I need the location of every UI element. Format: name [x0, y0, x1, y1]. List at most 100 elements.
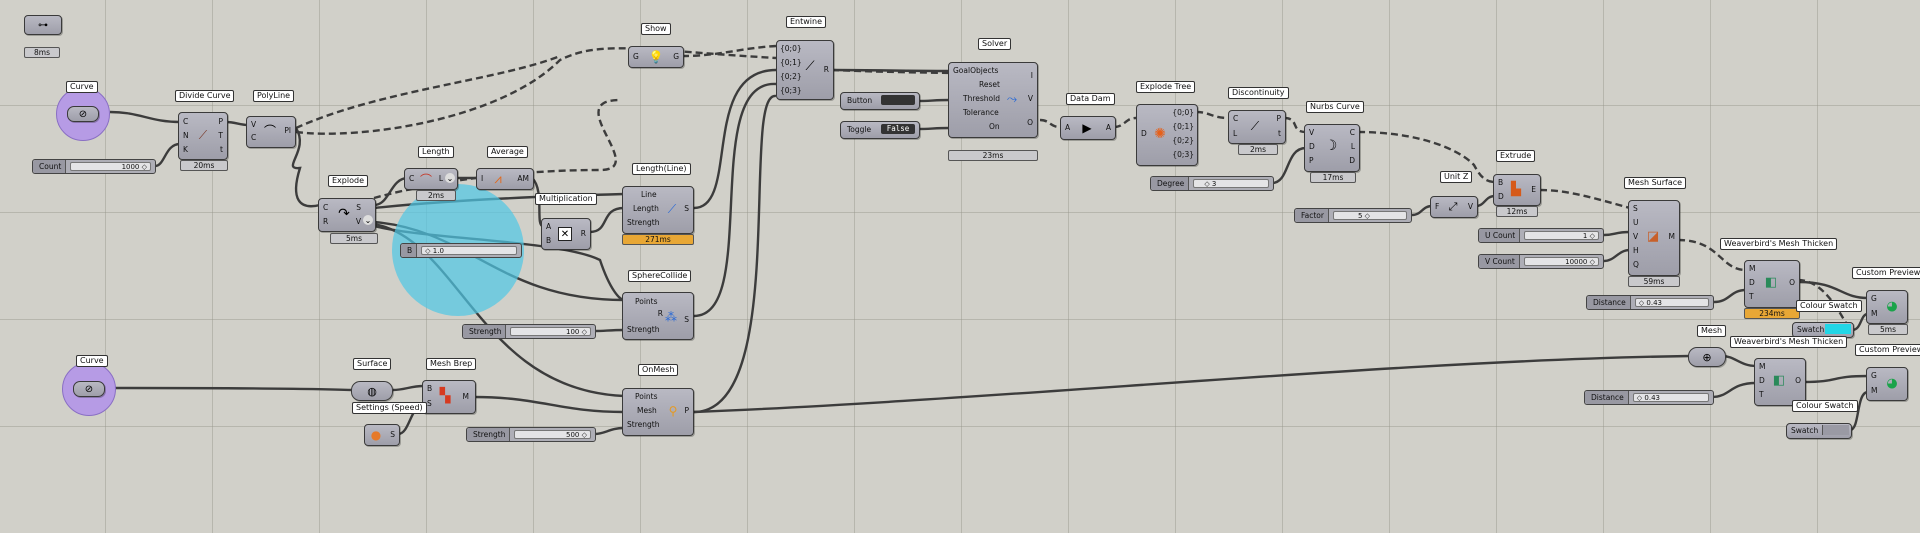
explode-tree-component[interactable]: D {0;0} {0;1} {0;2} {0;3} ✺	[1136, 104, 1198, 166]
wire	[1797, 280, 1869, 300]
mesh-surface-label: Mesh Surface	[1624, 177, 1687, 189]
strength-slider-2[interactable]: Strength 500 ◇	[466, 427, 596, 442]
length-timer: 2ms	[416, 190, 456, 201]
wire	[917, 126, 951, 131]
toggle-component[interactable]: Toggle False	[840, 121, 920, 139]
explode-tree-label: Explode Tree	[1136, 81, 1196, 93]
entwine-icon: ⟋	[805, 58, 815, 74]
mesh-surface-component[interactable]: S U V H Q M ◪	[1628, 200, 1680, 276]
degree-slider[interactable]: Degree ◇ 3	[1150, 176, 1274, 191]
distance-slider-1[interactable]: Distance ◇ 0.43	[1586, 295, 1714, 310]
wire	[1711, 381, 1757, 399]
entwine-component[interactable]: {0;0} {0;1} {0;2} {0;3} R ⟋	[776, 40, 834, 100]
play-icon: ▶	[1082, 121, 1092, 135]
preview-icon: ◕	[1886, 375, 1898, 391]
button-face[interactable]	[881, 95, 915, 105]
strength-slider-1[interactable]: Strength 100 ◇	[462, 324, 596, 339]
chevron-down-icon[interactable]: ⌄	[445, 173, 455, 183]
unit-z-component[interactable]: F V ⤢	[1430, 196, 1478, 218]
extrude-component[interactable]: B D E ▙	[1493, 174, 1541, 206]
show-component[interactable]: G G 💡	[628, 46, 684, 68]
wb-thicken-1-component[interactable]: M D T O ◧	[1744, 260, 1800, 308]
length-label: Length	[418, 146, 454, 158]
divide-curve-component[interactable]: C N K P T t ⟋	[178, 112, 228, 160]
surface-label: Surface	[353, 358, 392, 370]
data-dam-component[interactable]: A A ▶	[1060, 116, 1116, 140]
nurbs-curve-timer: 17ms	[1310, 172, 1356, 183]
b-slider[interactable]: B ◇ 1.0	[400, 243, 522, 258]
length-icon: ⌒	[419, 172, 432, 187]
surface-param[interactable]: ◍	[351, 381, 393, 401]
mesh-label: Mesh	[1697, 325, 1727, 337]
mesh-surface-timer: 59ms	[1628, 276, 1680, 287]
nurbs-icon: ☽	[1324, 138, 1338, 154]
count-slider[interactable]: Count 1000 ◇	[32, 159, 156, 174]
wire	[589, 206, 625, 234]
wb-thicken-2-component[interactable]: M D T O ◧	[1754, 358, 1806, 406]
curve1-param[interactable]: ⊘	[56, 87, 110, 141]
nurbs-curve-component[interactable]: V D P C L D ☽	[1304, 124, 1360, 172]
explode-component[interactable]: C R S V ↷ ⌄	[318, 198, 376, 232]
custom-preview-1-label: Custom Preview	[1852, 267, 1920, 279]
colour-swatch-2-color[interactable]	[1822, 425, 1849, 435]
grasshopper-canvas[interactable]: ⊶ 8ms Curve ⊘ Count 1000 ◇ Divide Curve …	[0, 0, 1920, 533]
polyline-component[interactable]: V C Pl ⌒	[246, 116, 296, 148]
wire	[693, 354, 1691, 414]
onmesh-label: OnMesh	[638, 364, 679, 376]
multiplication-component[interactable]: A B R ✕	[541, 218, 591, 250]
button-component[interactable]: Button	[840, 92, 920, 110]
wire	[1713, 288, 1747, 304]
multiply-icon: ✕	[558, 227, 572, 241]
explode-label: Explode	[328, 175, 368, 187]
solver-label: Solver	[978, 38, 1012, 50]
sphere-icon: ●	[370, 428, 382, 442]
custom-preview-2-label: Custom Preview	[1855, 344, 1920, 356]
kangaroo-icon: ⤳	[1006, 91, 1018, 107]
curve2-label: Curve	[76, 355, 108, 367]
extrude-label: Extrude	[1496, 150, 1536, 162]
wire	[373, 176, 409, 207]
mesh-brep-label: Mesh Brep	[426, 358, 477, 370]
colour-swatch-1-color[interactable]	[1825, 324, 1851, 334]
onmesh-component[interactable]: Points Mesh Strength P ⚲	[622, 388, 694, 436]
factor-slider[interactable]: Factor 5 ◇	[1294, 208, 1412, 223]
divide-curve-icon: ⟋	[198, 127, 208, 142]
chevron-down-icon[interactable]: ⌄	[363, 215, 373, 225]
toggle-value[interactable]: False	[881, 124, 915, 134]
average-component[interactable]: I AM ⩘	[476, 168, 534, 190]
length-component[interactable]: C L ⌒ ⌄	[404, 168, 458, 190]
mesh-surface-icon: ◪	[1646, 228, 1660, 244]
wire	[113, 386, 353, 392]
wire	[1721, 354, 1757, 368]
discontinuity-component[interactable]: C L P t ⟋	[1228, 110, 1286, 144]
length-line-label: Length(Line)	[632, 163, 691, 175]
settings-speed-component[interactable]: ● S	[364, 424, 400, 446]
wb-thicken-1-timer: 234ms	[1744, 308, 1800, 319]
solver-component[interactable]: GoalObjects Reset Threshold Tolerance On…	[948, 62, 1038, 138]
custom-preview-2-component[interactable]: G M ◕	[1866, 367, 1908, 401]
curve2-param[interactable]: ⊘	[62, 362, 116, 416]
wire	[225, 120, 249, 127]
u-count-slider[interactable]: U Count 1 ◇	[1478, 228, 1604, 243]
wire	[392, 384, 425, 392]
length-line-component[interactable]: Line Length Strength S ⟋	[622, 186, 694, 234]
distance-slider-2[interactable]: Distance ◇ 0.43	[1584, 390, 1714, 405]
mesh-brep-component[interactable]: B S M ▚	[422, 380, 476, 414]
wire	[594, 426, 625, 436]
curve1-label: Curve	[66, 81, 98, 93]
wire-dashed	[1113, 116, 1137, 129]
wire	[154, 142, 181, 168]
discontinuity-icon: ⟋	[1250, 118, 1260, 133]
colour-swatch-1-label: Colour Swatch	[1796, 300, 1862, 312]
sphere-collide-component[interactable]: Points Strength R S ⁂	[622, 292, 694, 340]
divide-curve-timer: 20ms	[180, 160, 228, 171]
show-label: Show	[641, 23, 671, 35]
cluster-icon: ⊶	[38, 19, 48, 31]
custom-preview-1-component[interactable]: G M ◕	[1866, 290, 1908, 324]
mesh-param[interactable]: ⊕	[1688, 347, 1726, 367]
colour-swatch-2-component[interactable]: Swatch	[1786, 423, 1852, 439]
wb-thicken-1-label: Weaverbird's Mesh Thicken	[1720, 238, 1838, 250]
v-count-slider[interactable]: V Count 10000 ◇	[1478, 254, 1604, 269]
cluster-component[interactable]: ⊶	[24, 15, 62, 35]
bell-curve-icon: ⩘	[494, 171, 502, 187]
